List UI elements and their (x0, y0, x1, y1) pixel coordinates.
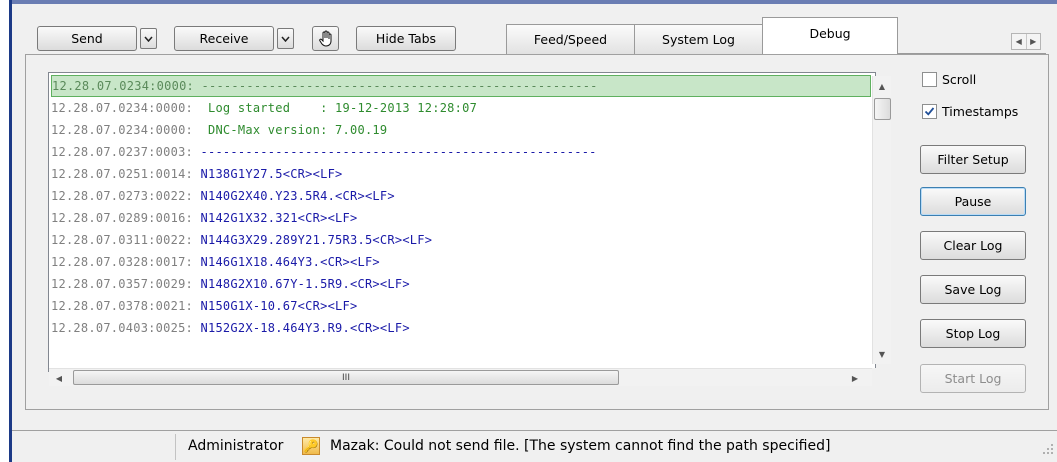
log-horizontal-scrollbar[interactable]: ◀ III ▶ (49, 368, 876, 386)
log-line-timestamp: 12.28.07.0289:0016: (51, 211, 194, 225)
log-line-message: N144G3X29.289Y21.75R3.5<CR><LF> (193, 233, 433, 247)
log-line-message: DNC-Max version: 7.00.19 (193, 123, 388, 137)
scrollbar-corner (872, 368, 891, 386)
scroll-checkbox[interactable] (922, 72, 937, 87)
log-line-timestamp: 12.28.07.0234:0000: (51, 101, 194, 115)
log-line-timestamp: 12.28.07.0311:0022: (51, 233, 194, 247)
horizontal-scroll-thumb[interactable]: III (73, 370, 619, 385)
log-view[interactable]: 12.28.07.0234:0000: --------------------… (48, 72, 876, 372)
timestamps-label: Timestamps (942, 104, 1019, 119)
log-line: 12.28.07.0378:0021: N150G1X-10.67<CR><LF… (51, 295, 871, 317)
window-left-border (9, 0, 12, 462)
receive-dropdown-button[interactable] (277, 28, 294, 49)
clear-log-button[interactable]: Clear Log (920, 231, 1026, 260)
chevron-down-icon (281, 36, 290, 42)
tab-scroll-buttons: ◀ ▶ (1011, 33, 1041, 50)
chevron-down-icon (144, 36, 153, 42)
log-line-timestamp: 12.28.07.0403:0025: (51, 321, 194, 335)
log-line-message: ----------------------------------------… (193, 145, 597, 159)
log-lines: 12.28.07.0234:0000: --------------------… (51, 75, 871, 339)
log-line: 12.28.07.0234:0000: DNC-Max version: 7.0… (51, 119, 871, 141)
start-log-button[interactable]: Start Log (920, 364, 1026, 393)
tab-scroll-right-icon[interactable]: ▶ (1027, 34, 1041, 49)
scroll-right-icon[interactable]: ▶ (849, 371, 861, 385)
save-log-button[interactable]: Save Log (920, 275, 1026, 304)
log-line: 12.28.07.0289:0016: N142G1X32.321<CR><LF… (51, 207, 871, 229)
tab-debug[interactable]: Debug (762, 17, 898, 55)
log-line-timestamp: 12.28.07.0357:0029: (51, 277, 194, 291)
status-user: Administrator (188, 438, 284, 454)
log-line-message: N152G2X-18.464Y3.R9.<CR><LF> (193, 321, 410, 335)
hide-tabs-button[interactable]: Hide Tabs (356, 26, 456, 51)
log-line: 12.28.07.0328:0017: N146G1X18.464Y3.<CR>… (51, 251, 871, 273)
log-line-timestamp: 12.28.07.0237:0003: (51, 145, 194, 159)
timestamps-option[interactable]: Timestamps (922, 104, 1018, 119)
tab-feed-speed[interactable]: Feed/Speed (506, 24, 635, 54)
log-vertical-scrollbar[interactable]: ▲ ▼ (872, 76, 891, 364)
scroll-left-icon[interactable]: ◀ (53, 371, 65, 385)
hand-icon (318, 30, 331, 47)
scroll-up-icon[interactable]: ▲ (873, 80, 891, 92)
log-line: 12.28.07.0251:0014: N138G1Y27.5<CR><LF> (51, 163, 871, 185)
hand-tool-button[interactable] (312, 26, 339, 51)
window-left-margin (0, 0, 9, 462)
log-line: 12.28.07.0234:0000: --------------------… (51, 75, 871, 97)
log-line-timestamp: 12.28.07.0328:0017: (51, 255, 194, 269)
log-line: 12.28.07.0273:0022: N140G2X40.Y23.5R4.<C… (51, 185, 871, 207)
scroll-label: Scroll (942, 72, 977, 87)
log-line-timestamp: 12.28.07.0234:0000: (51, 123, 194, 137)
vertical-scroll-thumb[interactable] (874, 98, 891, 120)
log-line-timestamp: 12.28.07.0273:0022: (51, 189, 194, 203)
send-button[interactable]: Send (37, 26, 137, 51)
filter-setup-button[interactable]: Filter Setup (920, 145, 1026, 174)
log-line-message: ----------------------------------------… (194, 79, 598, 93)
tab-scroll-left-icon[interactable]: ◀ (1012, 34, 1027, 49)
scroll-down-icon[interactable]: ▼ (873, 348, 891, 360)
stop-log-button[interactable]: Stop Log (920, 319, 1026, 348)
resize-grip-icon[interactable] (1042, 443, 1054, 455)
window-top-border (12, 0, 1057, 4)
log-line-message: N142G1X32.321<CR><LF> (193, 211, 358, 225)
log-line-timestamp: 12.28.07.0251:0014: (51, 167, 194, 181)
log-line-message: N150G1X-10.67<CR><LF> (193, 299, 358, 313)
timestamps-checkbox[interactable] (922, 104, 937, 119)
log-line-timestamp: 12.28.07.0378:0021: (51, 299, 194, 313)
log-line-message: N148G2X10.67Y-1.5R9.<CR><LF> (193, 277, 410, 291)
status-bar: Administrator 🔑 Mazak: Could not send fi… (12, 430, 1057, 462)
log-line-message: N146G1X18.464Y3.<CR><LF> (193, 255, 380, 269)
send-dropdown-button[interactable] (140, 28, 157, 49)
status-separator (175, 434, 176, 460)
log-line: 12.28.07.0403:0025: N152G2X-18.464Y3.R9.… (51, 317, 871, 339)
log-line: 12.28.07.0237:0003: --------------------… (51, 141, 871, 163)
log-line-message: N138G1Y27.5<CR><LF> (193, 167, 343, 181)
log-line-message: Log started : 19-12-2013 12:28:07 (193, 101, 478, 115)
log-line-message: N140G2X40.Y23.5R4.<CR><LF> (193, 189, 395, 203)
log-line: 12.28.07.0357:0029: N148G2X10.67Y-1.5R9.… (51, 273, 871, 295)
tab-system-log[interactable]: System Log (634, 24, 763, 54)
receive-button[interactable]: Receive (174, 26, 274, 51)
scroll-option[interactable]: Scroll (922, 72, 976, 87)
log-line-timestamp: 12.28.07.0234:0000: (52, 79, 195, 93)
key-icon: 🔑 (302, 437, 320, 455)
pause-button[interactable]: Pause (920, 187, 1026, 216)
log-line: 12.28.07.0311:0022: N144G3X29.289Y21.75R… (51, 229, 871, 251)
status-message: Mazak: Could not send file. [The system … (330, 438, 831, 454)
log-line: 12.28.07.0234:0000: Log started : 19-12-… (51, 97, 871, 119)
